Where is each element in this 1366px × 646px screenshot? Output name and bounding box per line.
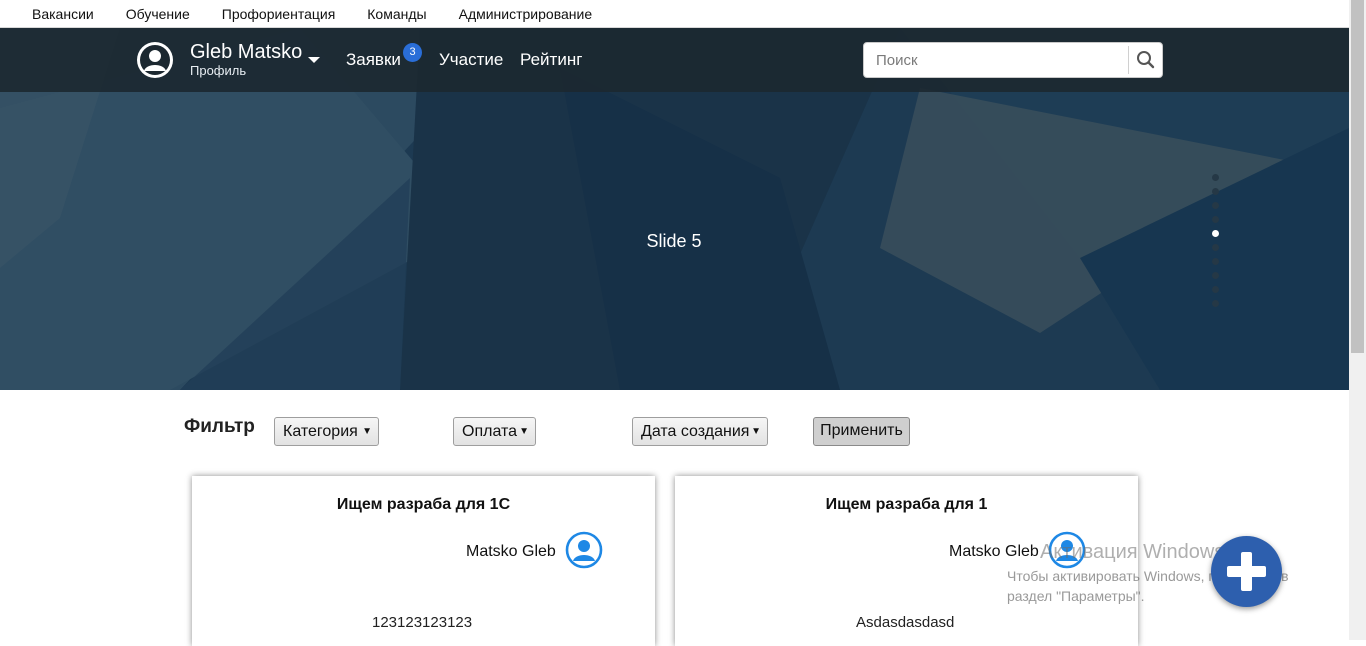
payment-select-label: Оплата: [462, 423, 518, 440]
slider-dot[interactable]: [1212, 230, 1219, 237]
vacancy-card[interactable]: Ищем разраба для 1С Matsko Gleb 12312312…: [192, 476, 655, 646]
card-description: 123123123123: [372, 614, 473, 631]
profile-link[interactable]: Профиль: [190, 63, 246, 78]
slider-dot[interactable]: [1212, 188, 1219, 195]
profile-name[interactable]: Gleb Matsko: [190, 41, 302, 64]
nav-link-requests[interactable]: Заявки: [346, 50, 401, 70]
slider-dot[interactable]: [1212, 286, 1219, 293]
filter-title: Фильтр: [184, 416, 255, 437]
slider-dot[interactable]: [1212, 216, 1219, 223]
dropdown-arrow-icon: ▼: [362, 426, 372, 437]
search-icon[interactable]: [1130, 43, 1162, 77]
card-author: Matsko Gleb: [466, 543, 556, 560]
slider-dot[interactable]: [1212, 244, 1219, 251]
card-author: Matsko Gleb: [949, 543, 1039, 560]
user-circle-icon: [565, 531, 603, 569]
slider-pagination: [1211, 174, 1221, 314]
slider-dot[interactable]: [1212, 272, 1219, 279]
dropdown-arrow-icon: ▼: [751, 426, 761, 437]
menu-item-training[interactable]: Обучение: [126, 6, 190, 22]
date-select-label: Дата создания: [641, 423, 750, 440]
scrollbar[interactable]: [1349, 0, 1366, 640]
dropdown-arrow-icon: ▼: [519, 426, 529, 437]
card-title[interactable]: Ищем разраба для 1С: [192, 496, 655, 514]
plus-icon: [1227, 552, 1266, 591]
menu-item-administration[interactable]: Администрирование: [459, 6, 593, 22]
add-button[interactable]: [1211, 536, 1282, 607]
menu-item-career-guidance[interactable]: Профориентация: [222, 6, 336, 22]
chevron-down-icon[interactable]: [308, 57, 320, 63]
search-box: [863, 42, 1163, 78]
navbar: Gleb Matsko Профиль Заявки 3 Участие Рей…: [0, 28, 1349, 92]
search-divider: [1128, 46, 1129, 74]
menu-item-vacancies[interactable]: Вакансии: [32, 6, 94, 22]
payment-select[interactable]: Оплата ▼: [453, 417, 536, 446]
category-select-label: Категория: [283, 423, 358, 440]
menu-item-teams[interactable]: Команды: [367, 6, 426, 22]
slider-dot[interactable]: [1212, 258, 1219, 265]
slider-dot[interactable]: [1212, 174, 1219, 181]
card-description: Asdasdasdasd: [856, 614, 955, 631]
user-circle-icon[interactable]: [136, 41, 174, 79]
top-menu: Вакансии Обучение Профориентация Команды…: [0, 0, 1349, 28]
slider-dot[interactable]: [1212, 202, 1219, 209]
hero-slider: Gleb Matsko Профиль Заявки 3 Участие Рей…: [0, 28, 1349, 390]
watermark-title: Активация Windows: [1040, 541, 1225, 563]
date-select[interactable]: Дата создания ▼: [632, 417, 768, 446]
nav-link-participation[interactable]: Участие: [439, 50, 503, 70]
nav-link-rating[interactable]: Рейтинг: [520, 50, 582, 70]
slider-dot[interactable]: [1212, 300, 1219, 307]
requests-badge: 3: [403, 43, 422, 62]
slide-label: Slide 5: [646, 231, 702, 251]
apply-button[interactable]: Применить: [813, 417, 910, 446]
category-select[interactable]: Категория ▼: [274, 417, 379, 446]
card-title[interactable]: Ищем разраба для 1: [675, 496, 1138, 514]
scrollbar-thumb[interactable]: [1351, 0, 1364, 353]
search-input[interactable]: [864, 43, 1126, 77]
